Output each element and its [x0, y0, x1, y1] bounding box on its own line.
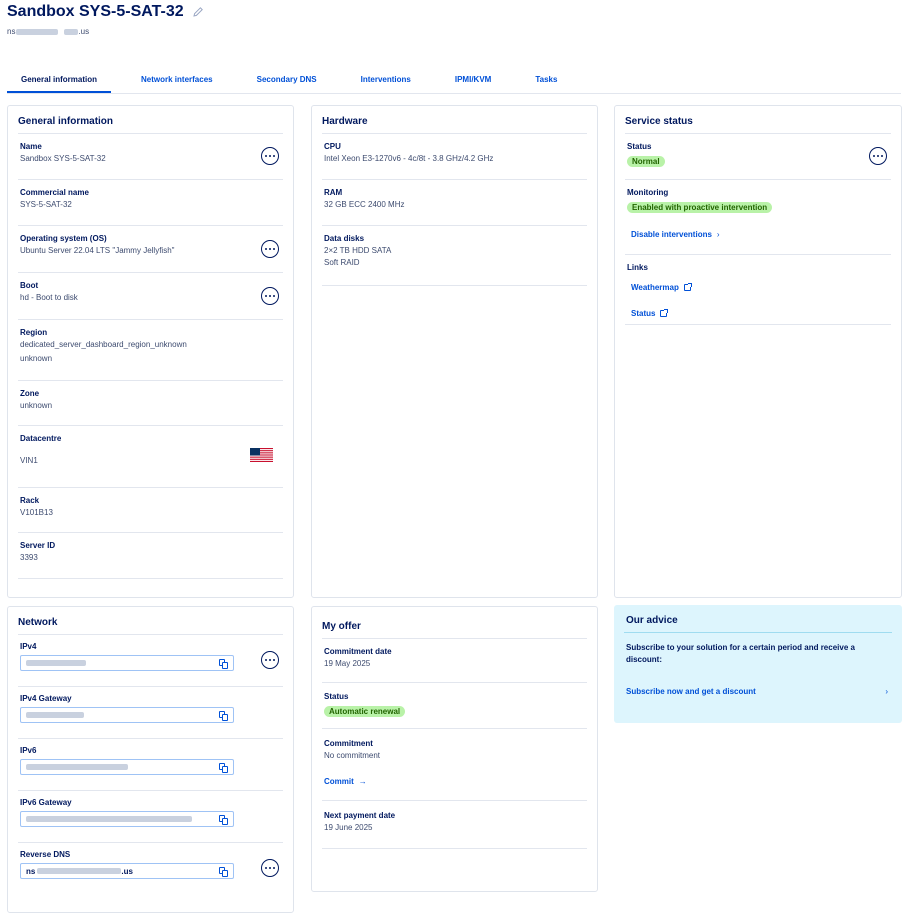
redacted-text	[26, 712, 84, 718]
copy-icon[interactable]	[219, 867, 228, 877]
chevron-right-icon: ›	[716, 230, 720, 239]
status-badge: Normal	[627, 156, 665, 167]
hardware-row-cpu: CPU Intel Xeon E3-1270v6 - 4c/8t - 3.8 G…	[322, 134, 587, 180]
info-row-region: Region dedicated_server_dashboard_region…	[18, 320, 283, 381]
more-options-icon[interactable]	[261, 859, 279, 877]
general-information-card: General information Name Sandbox SYS-5-S…	[7, 105, 294, 598]
info-row-os: Operating system (OS) Ubuntu Server 22.0…	[18, 226, 283, 273]
network-row-ipv4: IPv4	[18, 635, 283, 687]
card-title: My offer	[322, 621, 361, 632]
page-header: Sandbox SYS-5-SAT-32 ns .us	[7, 3, 204, 36]
redacted-text	[64, 28, 79, 35]
more-options-icon[interactable]	[261, 147, 279, 165]
reverse-dns-field[interactable]: ns .us	[20, 863, 234, 879]
renewal-badge: Automatic renewal	[324, 706, 406, 717]
more-options-icon[interactable]	[261, 240, 279, 258]
ipv6-gateway-field[interactable]	[20, 811, 234, 827]
hardware-row-ram: RAM 32 GB ECC 2400 MHz	[322, 180, 587, 226]
tab-secondary-dns[interactable]: Secondary DNS	[243, 70, 331, 93]
more-options-icon[interactable]	[261, 651, 279, 669]
disable-interventions-link[interactable]: Disable interventions ›	[631, 230, 720, 239]
tab-interventions[interactable]: Interventions	[347, 70, 425, 93]
info-row-datacentre: Datacentre VIN1	[18, 426, 283, 488]
network-row-reverse-dns: Reverse DNS ns .us	[18, 843, 283, 895]
tab-network-interfaces[interactable]: Network interfaces	[127, 70, 227, 93]
chevron-right-icon: ›	[885, 687, 888, 696]
my-offer-card: My offer Commitment date 19 May 2025 Sta…	[311, 606, 598, 892]
ipv4-gateway-field[interactable]	[20, 707, 234, 723]
ipv4-field[interactable]	[20, 655, 234, 671]
weathermap-link[interactable]: Weathermap	[631, 283, 692, 292]
info-row-name: Name Sandbox SYS-5-SAT-32	[18, 134, 283, 180]
card-title: Network	[18, 617, 58, 628]
tab-tasks[interactable]: Tasks	[521, 70, 571, 93]
offer-row-commitment-date: Commitment date 19 May 2025	[322, 639, 587, 683]
page-title: Sandbox SYS-5-SAT-32	[7, 3, 204, 21]
tab-ipmi-kvm[interactable]: IPMI/KVM	[441, 70, 505, 93]
network-row-ipv4-gateway: IPv4 Gateway	[18, 687, 283, 739]
redacted-text	[16, 28, 59, 35]
offer-row-next-payment: Next payment date 19 June 2025	[322, 801, 587, 849]
more-options-icon[interactable]	[261, 287, 279, 305]
info-row-commercial-name: Commercial name SYS-5-SAT-32	[18, 180, 283, 226]
service-row-links: Links Weathermap Status	[625, 255, 891, 325]
service-row-status: Status Normal	[625, 134, 891, 180]
tab-bar: General information Network interfaces S…	[7, 70, 901, 94]
copy-icon[interactable]	[219, 763, 228, 773]
arrow-right-icon: →	[358, 777, 367, 786]
info-row-rack: Rack V101B13	[18, 488, 283, 533]
commit-link[interactable]: Commit →	[324, 777, 367, 786]
hardware-card: Hardware CPU Intel Xeon E3-1270v6 - 4c/8…	[311, 105, 598, 598]
info-row-server-id: Server ID 3393	[18, 533, 283, 579]
info-row-zone: Zone unknown	[18, 381, 283, 426]
copy-icon[interactable]	[219, 659, 228, 669]
copy-icon[interactable]	[219, 711, 228, 721]
card-title: Our advice	[626, 615, 678, 626]
status-link[interactable]: Status	[631, 309, 669, 318]
network-row-ipv6-gateway: IPv6 Gateway	[18, 791, 283, 843]
card-title: General information	[18, 116, 114, 127]
card-title: Service status	[625, 116, 693, 127]
copy-icon[interactable]	[219, 815, 228, 825]
network-row-ipv6: IPv6	[18, 739, 283, 791]
advice-text: Subscribe to your solution for a certain…	[626, 643, 855, 664]
offer-row-status: Status Automatic renewal	[322, 683, 587, 729]
more-options-icon[interactable]	[869, 147, 887, 165]
us-flag-icon	[250, 448, 273, 462]
service-status-card: Service status Status Normal Monitoring …	[614, 105, 902, 598]
card-title: Hardware	[322, 116, 368, 127]
redacted-text	[26, 764, 128, 770]
tab-general-information[interactable]: General information	[7, 70, 112, 93]
redacted-text	[26, 816, 192, 822]
server-hostname: ns .us	[7, 27, 90, 36]
edit-pencil-icon[interactable]	[192, 6, 204, 18]
info-row-boot: Boot hd - Boot to disk	[18, 273, 283, 320]
redacted-text	[26, 660, 86, 666]
network-card: Network IPv4 IPv4 Gateway IPv6 IPv6 Gate…	[7, 606, 294, 913]
service-row-monitoring: Monitoring Enabled with proactive interv…	[625, 180, 891, 255]
our-advice-card: Our advice Subscribe to your solution fo…	[614, 605, 902, 723]
external-link-icon	[660, 309, 669, 317]
ipv6-field[interactable]	[20, 759, 234, 775]
external-link-icon	[683, 283, 692, 291]
offer-row-commitment: Commitment No commitment Commit →	[322, 729, 587, 801]
hardware-row-data-disks: Data disks 2×2 TB HDD SATA Soft RAID	[322, 226, 587, 286]
monitoring-badge: Enabled with proactive intervention	[627, 202, 773, 213]
subscribe-discount-link[interactable]: Subscribe now and get a discount ›	[626, 687, 888, 696]
redacted-text	[37, 868, 122, 874]
